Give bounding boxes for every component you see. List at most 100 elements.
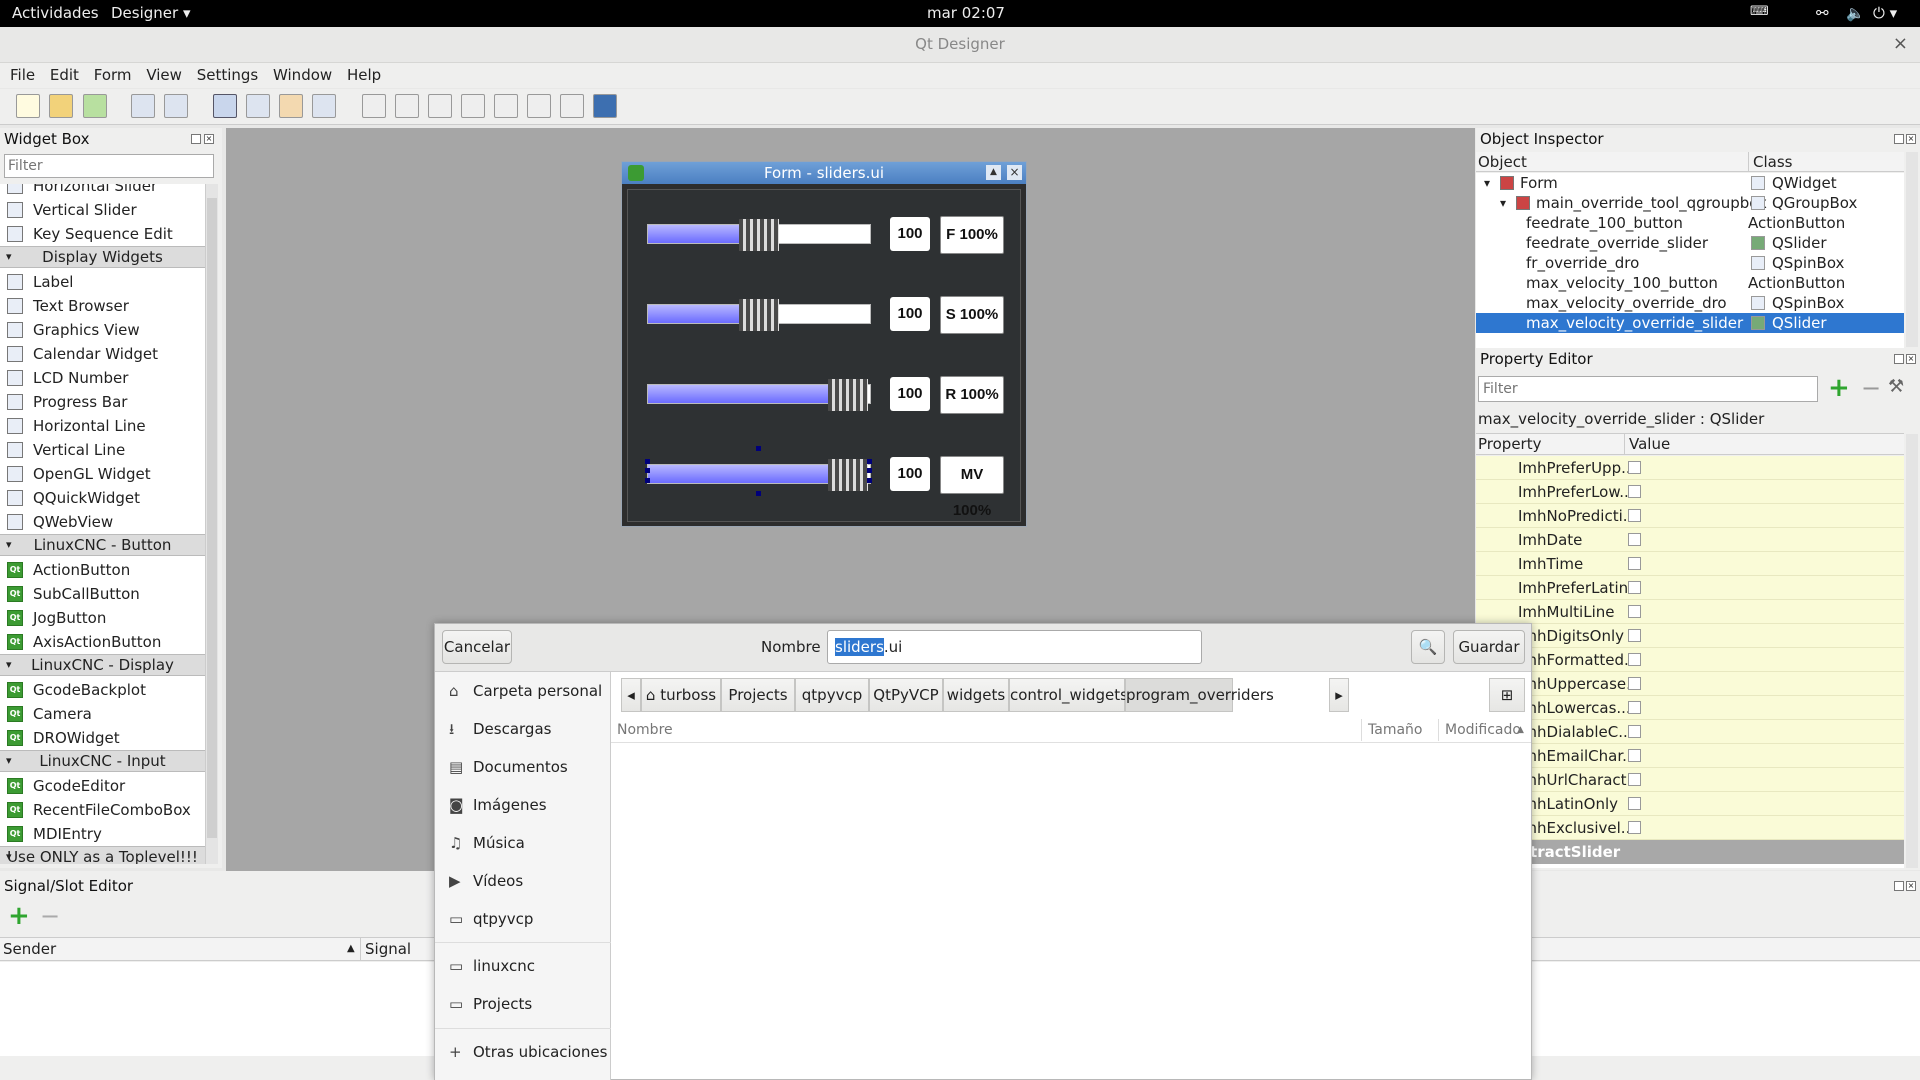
property-row[interactable]: ImhPreferUpp... (1476, 456, 1904, 480)
activities-button[interactable]: Actividades (12, 4, 99, 22)
override-slider[interactable] (647, 379, 871, 411)
property-checkbox[interactable] (1628, 701, 1641, 714)
property-row[interactable]: ImhDialableC... (1476, 720, 1904, 744)
remove-property-icon[interactable]: − (1861, 374, 1881, 402)
filename-input[interactable]: sliders.ui (827, 630, 1202, 664)
adjust-size-icon[interactable] (593, 94, 617, 118)
property-row[interactable]: ImhExclusivel... (1476, 816, 1904, 840)
property-checkbox[interactable] (1628, 797, 1641, 810)
layout-vertical-icon[interactable] (395, 94, 419, 118)
volume-icon[interactable]: 🔈 (1846, 4, 1865, 22)
object-tree-row[interactable]: max_velocity_override_slider QSlider (1476, 313, 1904, 333)
property-row[interactable]: ImhPreferLatin (1476, 576, 1904, 600)
col-value[interactable]: Value (1624, 434, 1670, 454)
float-icon[interactable] (191, 134, 201, 144)
property-row[interactable]: ImhDate (1476, 528, 1904, 552)
override-value-dro[interactable]: 100 (890, 377, 930, 411)
property-checkbox[interactable] (1628, 485, 1641, 498)
close-icon[interactable]: × (1906, 881, 1916, 891)
widget-item[interactable]: OpenGL Widget (0, 462, 205, 486)
widget-item[interactable]: Label (0, 270, 205, 294)
selection-handle[interactable] (756, 446, 761, 451)
selection-handle[interactable] (867, 478, 872, 483)
place-item[interactable]: ▭ qtpyvcp (435, 900, 611, 938)
widget-item[interactable]: Qt AxisActionButton (0, 630, 205, 654)
cancel-button[interactable]: Cancelar (442, 630, 512, 664)
path-crumb[interactable]: qtpyvcp (795, 678, 869, 712)
property-checkbox[interactable] (1628, 677, 1641, 690)
place-item[interactable]: ◙ Imágenes (435, 786, 611, 824)
keyboard-icon[interactable]: ⌨ (1750, 4, 1769, 19)
col-object[interactable]: Object (1478, 152, 1527, 172)
expand-arrow-icon[interactable]: ▾ (1484, 173, 1490, 193)
widget-item[interactable]: QWebView (0, 510, 205, 534)
widget-item[interactable]: Progress Bar (0, 390, 205, 414)
widget-item[interactable]: Vertical Slider (0, 198, 205, 222)
property-checkbox[interactable] (1628, 725, 1641, 738)
property-row[interactable]: ImhLowercas... (1476, 696, 1904, 720)
layout-horizontal-splitter-icon[interactable] (428, 94, 452, 118)
menu-help[interactable]: Help (347, 63, 381, 84)
widget-item[interactable]: Qt ActionButton (0, 558, 205, 582)
property-row[interactable]: ImhEmailChar... (1476, 744, 1904, 768)
override-reset-button[interactable]: R 100% (940, 376, 1004, 414)
widget-item[interactable]: Calendar Widget (0, 342, 205, 366)
category-header[interactable]: ▾ LinuxCNC - Button (0, 534, 205, 556)
layout-form-icon[interactable] (527, 94, 551, 118)
property-row[interactable]: ImhUppercase... (1476, 672, 1904, 696)
property-row[interactable]: ImhPreferLow... (1476, 480, 1904, 504)
override-value-dro[interactable]: 100 (890, 297, 930, 331)
object-tree-scrollbar[interactable] (1906, 152, 1918, 347)
property-checkbox[interactable] (1628, 629, 1641, 642)
property-checkbox[interactable] (1628, 653, 1641, 666)
widget-filter-input[interactable] (4, 154, 214, 178)
close-icon[interactable]: × (1007, 165, 1022, 180)
property-checkbox[interactable] (1628, 605, 1641, 618)
network-icon[interactable]: ⚯ (1816, 4, 1829, 22)
slider-handle[interactable] (828, 379, 868, 411)
col-property[interactable]: Property (1478, 434, 1541, 454)
bring-to-front-icon[interactable] (164, 94, 188, 118)
property-row[interactable]: ImhNoPredicti... (1476, 504, 1904, 528)
float-icon[interactable] (1894, 354, 1904, 364)
widget-item[interactable]: Qt GcodeEditor (0, 774, 205, 798)
widget-item[interactable]: Horizontal Slider (0, 184, 205, 198)
place-item[interactable]: ⭳ Descargas (435, 710, 611, 748)
property-checkbox[interactable] (1628, 461, 1641, 474)
property-checkbox[interactable] (1628, 581, 1641, 594)
override-reset-button[interactable]: F 100% (940, 216, 1004, 254)
path-crumb[interactable]: control_widgets (1009, 678, 1128, 712)
menu-edit[interactable]: Edit (50, 63, 79, 84)
selection-handle[interactable] (645, 468, 650, 473)
menu-form[interactable]: Form (94, 63, 132, 84)
property-checkbox[interactable] (1628, 557, 1641, 570)
menu-settings[interactable]: Settings (197, 63, 259, 84)
col-modified[interactable]: Modificado (1438, 719, 1521, 741)
col-class[interactable]: Class (1748, 152, 1792, 172)
add-connection-icon[interactable]: + (8, 903, 30, 929)
path-crumb[interactable]: program_overriders (1125, 678, 1274, 712)
place-item[interactable]: ♫ Música (435, 824, 611, 862)
maximize-icon[interactable]: ▲ (986, 165, 1001, 180)
open-folder-icon[interactable] (49, 94, 73, 118)
menu-window[interactable]: Window (273, 63, 332, 84)
widget-list-scrollbar[interactable] (205, 184, 218, 864)
widget-item[interactable]: Qt DROWidget (0, 726, 205, 750)
layout-vertical-splitter-icon[interactable] (461, 94, 485, 118)
category-header[interactable]: ▾ Use ONLY as a Toplevel!!! (0, 846, 205, 864)
edit-buddies-icon[interactable] (279, 94, 303, 118)
property-checkbox[interactable] (1628, 773, 1641, 786)
slider-handle[interactable] (828, 459, 868, 491)
edit-widgets-icon[interactable] (213, 94, 237, 118)
category-header[interactable]: ▾ LinuxCNC - Input (0, 750, 205, 772)
col-sender[interactable]: Sender (3, 938, 56, 960)
category-header[interactable]: ▾ Display Widgets (0, 246, 205, 268)
close-icon[interactable]: × (1906, 134, 1916, 144)
place-item[interactable]: ⌂ Carpeta personal (435, 672, 611, 710)
override-slider[interactable] (647, 219, 871, 251)
object-tree-row[interactable]: max_velocity_100_button ActionButton (1476, 273, 1904, 293)
save-icon[interactable] (83, 94, 107, 118)
property-checkbox[interactable] (1628, 749, 1641, 762)
property-row[interactable]: ImhDigitsOnly (1476, 624, 1904, 648)
col-size[interactable]: Tamaño (1361, 719, 1422, 741)
